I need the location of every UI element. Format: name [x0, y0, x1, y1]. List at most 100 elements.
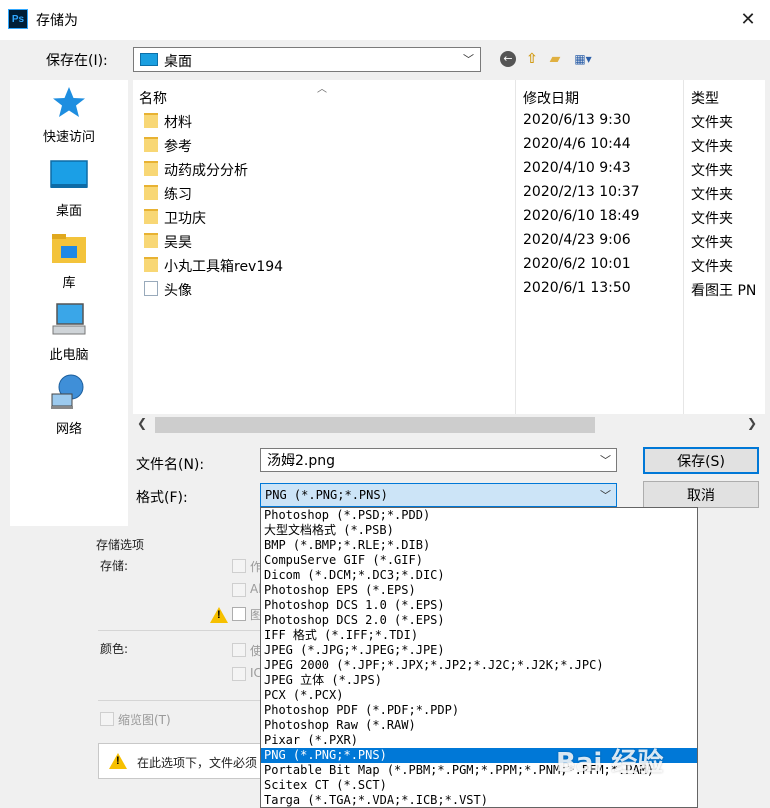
- format-option[interactable]: Photoshop Raw (*.RAW): [261, 718, 697, 733]
- file-row[interactable]: 动药成分分析 2020/4/10 9:43 文件夹: [133, 157, 765, 181]
- notice-box: ! 在此选项下，文件必须: [98, 743, 268, 779]
- format-option[interactable]: Photoshop DCS 1.0 (*.EPS): [261, 598, 697, 613]
- up-folder-icon: ⇧: [526, 51, 538, 67]
- folder-icon: [144, 209, 158, 224]
- format-option[interactable]: Photoshop EPS (*.EPS): [261, 583, 697, 598]
- file-row[interactable]: 卫功庆 2020/6/10 18:49 文件夹: [133, 205, 765, 229]
- cancel-button[interactable]: 取消: [643, 481, 759, 508]
- place-library[interactable]: 库: [10, 230, 128, 298]
- color-option-checkbox[interactable]: [232, 643, 246, 657]
- save-option-checkbox[interactable]: [232, 583, 246, 597]
- file-date: 2020/4/23 9:06: [523, 232, 631, 248]
- up-folder-button[interactable]: ⇧: [521, 48, 543, 70]
- new-folder-icon: ▰: [549, 51, 561, 67]
- chevron-down-icon[interactable]: ﹀: [600, 452, 611, 468]
- place-label: 此电脑: [49, 348, 89, 363]
- new-folder-button[interactable]: ▰: [544, 48, 566, 70]
- format-option[interactable]: BMP (*.BMP;*.RLE;*.DIB): [261, 538, 697, 553]
- place-desktop[interactable]: 桌面: [10, 158, 128, 226]
- back-arrow-icon: ←: [500, 51, 516, 67]
- place-network[interactable]: 网络: [10, 374, 128, 442]
- chevron-down-icon: ﹀: [463, 53, 474, 66]
- format-option[interactable]: Photoshop (*.PSD;*.PDD): [261, 508, 697, 523]
- folder-icon: [144, 161, 158, 176]
- png-image-icon: [144, 281, 158, 296]
- file-row[interactable]: 吴昊 2020/4/23 9:06 文件夹: [133, 229, 765, 253]
- network-icon: [51, 374, 84, 409]
- back-button[interactable]: ←: [497, 48, 519, 70]
- file-name: 练习: [164, 187, 192, 203]
- file-row[interactable]: 小丸工具箱rev194 2020/6/2 10:01 文件夹: [133, 253, 765, 277]
- save-label: 存储:: [100, 559, 129, 573]
- format-option[interactable]: PCX (*.PCX): [261, 688, 697, 703]
- file-row[interactable]: 头像 2020/6/1 13:50 看图王 PN: [133, 277, 765, 301]
- view-grid-icon: ▦▾: [574, 52, 592, 66]
- format-option[interactable]: JPEG 2000 (*.JPF;*.JPX;*.JP2;*.J2C;*.J2K…: [261, 658, 697, 673]
- file-type: 文件夹: [691, 115, 733, 131]
- place-label: 快速访问: [42, 130, 95, 145]
- thumbnail-checkbox[interactable]: [100, 712, 114, 726]
- chevron-down-icon[interactable]: ﹀: [600, 487, 611, 503]
- watermark: Bai 经验: [556, 748, 664, 778]
- place-this-pc[interactable]: 此电脑: [10, 302, 128, 370]
- format-option[interactable]: IFF 格式 (*.IFF;*.TDI): [261, 628, 697, 643]
- thumbnail-label: 缩览图(T): [118, 713, 171, 727]
- folder-icon: [144, 257, 158, 272]
- file-type: 文件夹: [691, 259, 733, 275]
- format-option[interactable]: Photoshop DCS 2.0 (*.EPS): [261, 613, 697, 628]
- savein-value: 桌面: [164, 54, 192, 70]
- savein-dropdown[interactable]: 桌面 ﹀: [133, 47, 481, 72]
- format-option[interactable]: JPEG (*.JPG;*.JPEG;*.JPE): [261, 643, 697, 658]
- file-date: 2020/4/6 10:44: [523, 136, 631, 152]
- place-label: 网络: [55, 422, 82, 437]
- save-button[interactable]: 保存(S): [643, 447, 759, 474]
- scroll-left-icon[interactable]: ❮: [137, 416, 147, 430]
- column-header-type[interactable]: 类型: [691, 88, 719, 108]
- file-name: 卫功庆: [164, 211, 206, 227]
- close-button[interactable]: ✕: [728, 2, 768, 36]
- view-menu-button[interactable]: ▦▾: [568, 48, 598, 70]
- file-date: 2020/6/1 13:50: [523, 280, 631, 296]
- format-option[interactable]: CompuServe GIF (*.GIF): [261, 553, 697, 568]
- place-label: 桌面: [55, 204, 82, 219]
- computer-icon: [52, 303, 86, 335]
- file-type: 看图王 PN: [691, 283, 757, 299]
- file-name: 参考: [164, 139, 192, 155]
- place-label: 库: [62, 276, 76, 291]
- format-option[interactable]: 大型文档格式 (*.PSB): [261, 523, 697, 538]
- save-options-title: 存储选项: [96, 538, 145, 552]
- file-row[interactable]: 材料 2020/6/13 9:30 文件夹: [133, 109, 765, 133]
- horizontal-scrollbar[interactable]: ❮ ❯: [133, 414, 765, 436]
- desktop-folder-icon: [140, 53, 158, 66]
- format-option[interactable]: Photoshop PDF (*.PDF;*.PDP): [261, 703, 697, 718]
- file-list[interactable]: ︿ 名称 修改日期 类型 材料 2020/6/13 9:30 文件夹 参考 2020/…: [133, 80, 765, 414]
- file-row[interactable]: 练习 2020/2/13 10:37 文件夹: [133, 181, 765, 205]
- library-icon: [52, 234, 86, 263]
- format-option[interactable]: Targa (*.TGA;*.VDA;*.ICB;*.VST): [261, 793, 697, 807]
- column-header-name[interactable]: 名称: [139, 88, 167, 108]
- scrollbar-thumb[interactable]: [155, 417, 595, 433]
- window-title: 存储为: [36, 13, 78, 29]
- places-bar: 快速访问 桌面 库 此电脑 网络: [10, 80, 128, 526]
- warning-mark: !: [116, 755, 120, 767]
- file-date: 2020/6/2 10:01: [523, 256, 631, 272]
- close-icon: ✕: [740, 8, 756, 30]
- file-date: 2020/4/10 9:43: [523, 160, 631, 176]
- sort-ascending-icon: ︿: [317, 84, 327, 95]
- place-quick-access[interactable]: 快速访问: [10, 86, 128, 154]
- scroll-right-icon[interactable]: ❯: [747, 416, 757, 430]
- warning-mark: !: [217, 609, 221, 621]
- folder-icon: [144, 113, 158, 128]
- save-option-checkbox[interactable]: [232, 607, 246, 621]
- column-header-date[interactable]: 修改日期: [523, 88, 579, 108]
- format-select[interactable]: PNG (*.PNG;*.PNS): [260, 483, 617, 507]
- file-name: 头像: [164, 283, 192, 299]
- save-option-checkbox[interactable]: [232, 559, 246, 573]
- folder-icon: [144, 185, 158, 200]
- format-option[interactable]: Scitex CT (*.SCT): [261, 778, 697, 793]
- file-row[interactable]: 参考 2020/4/6 10:44 文件夹: [133, 133, 765, 157]
- filename-input[interactable]: [260, 448, 617, 472]
- format-option[interactable]: Dicom (*.DCM;*.DC3;*.DIC): [261, 568, 697, 583]
- color-option-checkbox[interactable]: [232, 667, 246, 681]
- format-option[interactable]: JPEG 立体 (*.JPS): [261, 673, 697, 688]
